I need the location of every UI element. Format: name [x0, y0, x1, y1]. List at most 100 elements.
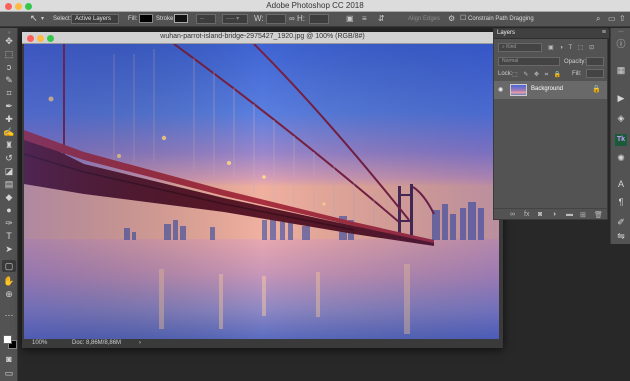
bridge-photo	[24, 44, 499, 339]
app-titlebar: Adobe Photoshop CC 2018	[0, 0, 630, 12]
layers-panel-footer: ∞ fx ◙ ◑ ▬ ⊞ 🗑	[494, 208, 607, 220]
constrain-checkbox[interactable]: ☐	[460, 14, 466, 24]
fill-swatch[interactable]	[139, 14, 153, 23]
spot-healing-icon[interactable]: ✚	[2, 113, 16, 125]
actions-play-icon[interactable]: ▶	[615, 92, 627, 104]
pen-icon[interactable]: ✑	[2, 217, 16, 229]
strip-grip-icon[interactable]: ▪▪▪	[613, 29, 629, 35]
move-tool-icon[interactable]: ↖	[30, 13, 38, 24]
stroke-type-dropdown[interactable]: ── ▾	[222, 14, 248, 24]
layer-thumbnail	[510, 84, 527, 96]
character-icon[interactable]: A	[615, 178, 627, 190]
lasso-icon[interactable]: ↄ	[2, 61, 16, 73]
opacity-field[interactable]	[586, 57, 604, 66]
move-tool-icon[interactable]: ✥	[2, 35, 16, 47]
panel-icon-strip: ▪▪▪ ⓘ ▦ ▶ ◈ Tk ✺ A ¶ ✐ ⇋	[610, 28, 630, 244]
lock-label: Lock:	[498, 71, 513, 77]
zoom-level[interactable]: 100%	[32, 340, 47, 346]
opacity-label: Opacity:	[564, 59, 587, 65]
type-icon[interactable]: T	[2, 230, 16, 242]
document-titlebar[interactable]: wuhan-parrot-island-bridge-2975427_1920.…	[22, 32, 503, 44]
paragraph-icon[interactable]: ¶	[615, 196, 627, 208]
filter-icons[interactable]: ▣ ◑ T ⬚ ⊡	[548, 44, 596, 51]
fill-label: Fill:	[128, 16, 138, 22]
lock-icon: 🔒	[592, 86, 601, 93]
tab-layers[interactable]: Layers	[497, 30, 515, 36]
info-icon[interactable]: ⓘ	[615, 38, 627, 50]
brush-settings-icon[interactable]: ✐	[615, 216, 627, 228]
new-layer-icon[interactable]: ⊞	[580, 211, 586, 219]
select-label: Select:	[53, 16, 72, 22]
layer-style-icon[interactable]: fx	[524, 211, 529, 218]
screen-mode-icon[interactable]: ▭	[2, 367, 16, 379]
lock-options-icons[interactable]: ⬚ ✎ ✥ ⌗ 🔒	[512, 71, 563, 79]
tools-panel: » ✥ ⬚ ↄ ✎ ⌗ ✒ ✚ ✍ ♜ ↺ ◪ ▤ ◆ ● ✑ T ➤ ▢ ✋ …	[0, 28, 18, 381]
share-icon[interactable]: ⇧	[619, 14, 626, 24]
history-brush-icon[interactable]: ↺	[2, 152, 16, 164]
image-canvas[interactable]	[24, 44, 499, 339]
foreground-color-swatch[interactable]	[3, 335, 12, 344]
panel-menu-icon[interactable]: ≡	[602, 29, 606, 36]
stroke-label: Stroke:	[156, 16, 176, 22]
layers-panel: Layers ≡ ⌕ Kind ▣ ◑ T ⬚ ⊡ Normal Opacity…	[493, 28, 609, 220]
blur-icon[interactable]: ◆	[2, 191, 16, 203]
hand-icon[interactable]: ✋	[2, 275, 16, 287]
histogram-icon[interactable]: ▦	[615, 64, 627, 76]
stroke-width-field[interactable]: ─	[196, 14, 216, 24]
rectangular-marquee-icon[interactable]: ⬚	[2, 48, 16, 60]
eyedropper-icon[interactable]: ✒	[2, 100, 16, 112]
blend-mode-dropdown[interactable]: Normal	[498, 57, 560, 66]
more-tools-icon[interactable]: ⋯	[2, 309, 16, 321]
stroke-swatch[interactable]	[174, 14, 188, 23]
document-title: wuhan-parrot-island-bridge-2975427_1920.…	[160, 33, 365, 40]
align-edges-label[interactable]: Align Edges	[408, 14, 440, 24]
workspace-icon[interactable]: ▭	[608, 14, 616, 24]
magic-wand-icon[interactable]: ✎	[2, 74, 16, 86]
eraser-icon[interactable]: ◪	[2, 165, 16, 177]
clone-stamp-icon[interactable]: ♜	[2, 139, 16, 151]
document-status-bar: 100% Doc: 8,86M/8,86M ›	[22, 339, 503, 348]
fill-field[interactable]	[586, 69, 604, 78]
adjustment-layer-icon[interactable]: ◑	[552, 211, 556, 218]
width-field[interactable]	[266, 14, 286, 24]
path-arrangement-icon[interactable]: ⇵	[378, 14, 385, 24]
select-dropdown[interactable]: Active Layers	[71, 14, 119, 24]
brush-icon[interactable]: ✍	[2, 126, 16, 138]
height-label-icon: H:	[297, 14, 305, 23]
direct-selection-icon[interactable]: ▢	[2, 260, 16, 272]
document-window: wuhan-parrot-island-bridge-2975427_1920.…	[22, 32, 503, 348]
layer-name[interactable]: Background	[531, 86, 563, 92]
zoom-icon[interactable]: ⊕	[2, 288, 16, 300]
doc-size-info: Doc: 8,86M/8,86M	[72, 340, 122, 346]
layer-filter-dropdown[interactable]: ⌕ Kind	[498, 43, 542, 52]
color-swatches[interactable]	[3, 335, 17, 349]
photoshop-app: Adobe Photoshop CC 2018 ↖ ▾ Select: Acti…	[0, 0, 630, 381]
options-bar: ↖ ▾ Select: Active Layers Fill: Stroke: …	[0, 12, 630, 27]
gear-icon[interactable]: ⚙	[448, 14, 455, 24]
crop-icon[interactable]: ⌗	[2, 87, 16, 99]
path-alignment-icon[interactable]: ≡	[362, 14, 367, 24]
chevron-down-icon[interactable]: ▾	[41, 14, 44, 24]
trash-icon[interactable]: 🗑	[594, 211, 603, 219]
visibility-eye-icon[interactable]: ◉	[498, 86, 503, 93]
search-icon[interactable]: ⌕	[596, 14, 600, 24]
app-title: Adobe Photoshop CC 2018	[266, 1, 364, 10]
plugin-tk-icon[interactable]: Tk	[615, 134, 627, 146]
path-operations-icon[interactable]: ▣	[346, 14, 354, 24]
link-layers-icon[interactable]: ∞	[510, 211, 515, 218]
fill-label: Fill:	[572, 71, 582, 77]
new-group-icon[interactable]: ▬	[566, 211, 573, 218]
gradient-icon[interactable]: ▤	[2, 178, 16, 190]
height-field[interactable]	[309, 14, 329, 24]
status-menu-arrow-icon[interactable]: ›	[139, 340, 141, 346]
add-mask-icon[interactable]: ◙	[538, 211, 542, 218]
paths-icon[interactable]: ⇋	[615, 230, 627, 242]
filter-kind-text: Kind	[506, 44, 517, 50]
layer-row-background[interactable]: ◉ Background 🔒	[494, 81, 607, 99]
link-icon[interactable]: ∞	[289, 14, 295, 24]
dodge-icon[interactable]: ●	[2, 204, 16, 216]
styles-icon[interactable]: ✺	[615, 152, 627, 164]
path-selection-icon[interactable]: ➤	[2, 243, 16, 255]
quick-mask-icon[interactable]: ◙	[2, 353, 16, 365]
adjustments-icon[interactable]: ◈	[615, 112, 627, 124]
